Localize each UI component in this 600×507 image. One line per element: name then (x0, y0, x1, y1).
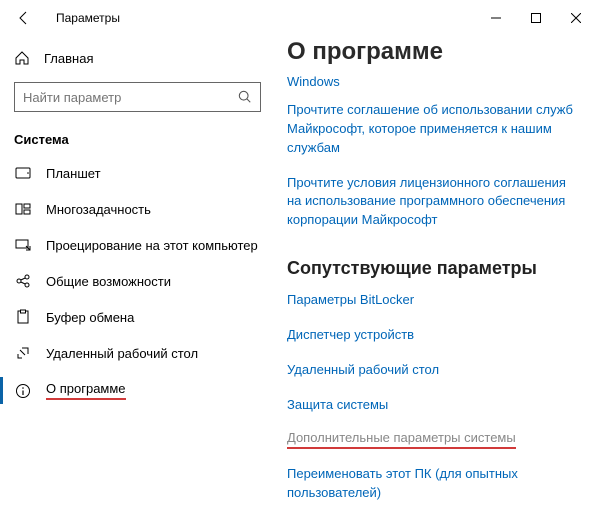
close-button[interactable] (556, 4, 596, 32)
info-icon (14, 383, 32, 399)
titlebar: Параметры (0, 0, 600, 36)
link-rename-pc[interactable]: Переименовать этот ПК (для опытных польз… (287, 465, 580, 503)
nav-item-tablet[interactable]: Планшет (0, 155, 275, 191)
link-license[interactable]: Прочтите условия лицензионного соглашени… (287, 174, 580, 231)
nav-item-label: Удаленный рабочий стол (46, 346, 198, 361)
nav-item-about[interactable]: О программе (0, 371, 275, 410)
nav-item-label: Проецирование на этот компьютер (46, 238, 258, 253)
nav-item-remote-desktop[interactable]: Удаленный рабочий стол (0, 335, 275, 371)
multitasking-icon (14, 201, 32, 217)
nav-item-multitasking[interactable]: Многозадачность (0, 191, 275, 227)
nav-home-label: Главная (44, 51, 93, 66)
page-title: О программе (287, 36, 580, 76)
search-box[interactable] (14, 82, 261, 112)
search-container (0, 74, 275, 122)
window-title: Параметры (56, 11, 120, 25)
nav-item-label: Общие возможности (46, 274, 171, 289)
maximize-button[interactable] (516, 4, 556, 32)
link-device-manager[interactable]: Диспетчер устройств (287, 326, 580, 345)
related-settings-header: Сопутствующие параметры (287, 258, 580, 279)
back-button[interactable] (4, 0, 44, 36)
link-advanced-system[interactable]: Дополнительные параметры системы (287, 430, 516, 449)
minimize-button[interactable] (476, 4, 516, 32)
nav-home[interactable]: Главная (0, 42, 275, 74)
nav-item-label: О программе (46, 381, 126, 400)
home-icon (14, 50, 30, 66)
nav-item-projecting[interactable]: Проецирование на этот компьютер (0, 227, 275, 263)
minimize-icon (491, 13, 501, 23)
nav-item-shared[interactable]: Общие возможности (0, 263, 275, 299)
nav-item-label: Планшет (46, 166, 101, 181)
share-icon (14, 273, 32, 289)
main-panel: О программе Windows Прочтите соглашение … (275, 36, 600, 507)
link-services-agreement[interactable]: Прочтите соглашение об использовании слу… (287, 101, 580, 158)
nav-group-system: Система (0, 122, 275, 155)
projecting-icon (14, 237, 32, 253)
link-remote-desktop[interactable]: Удаленный рабочий стол (287, 361, 580, 380)
nav-item-clipboard[interactable]: Буфер обмена (0, 299, 275, 335)
nav-item-label: Многозадачность (46, 202, 151, 217)
search-icon (238, 90, 252, 104)
windows-fragment-link[interactable]: Windows (287, 74, 580, 89)
maximize-icon (531, 13, 541, 23)
link-bitlocker[interactable]: Параметры BitLocker (287, 291, 580, 310)
clipboard-icon (14, 309, 32, 325)
remote-desktop-icon (14, 345, 32, 361)
nav-panel: Главная Система Планшет Многозадачность (0, 36, 275, 507)
arrow-left-icon (16, 10, 32, 26)
tablet-icon (14, 165, 32, 181)
close-icon (571, 13, 581, 23)
nav-item-label: Буфер обмена (46, 310, 134, 325)
content-area: Главная Система Планшет Многозадачность (0, 36, 600, 507)
link-system-protection[interactable]: Защита системы (287, 396, 580, 415)
search-input[interactable] (23, 90, 238, 105)
